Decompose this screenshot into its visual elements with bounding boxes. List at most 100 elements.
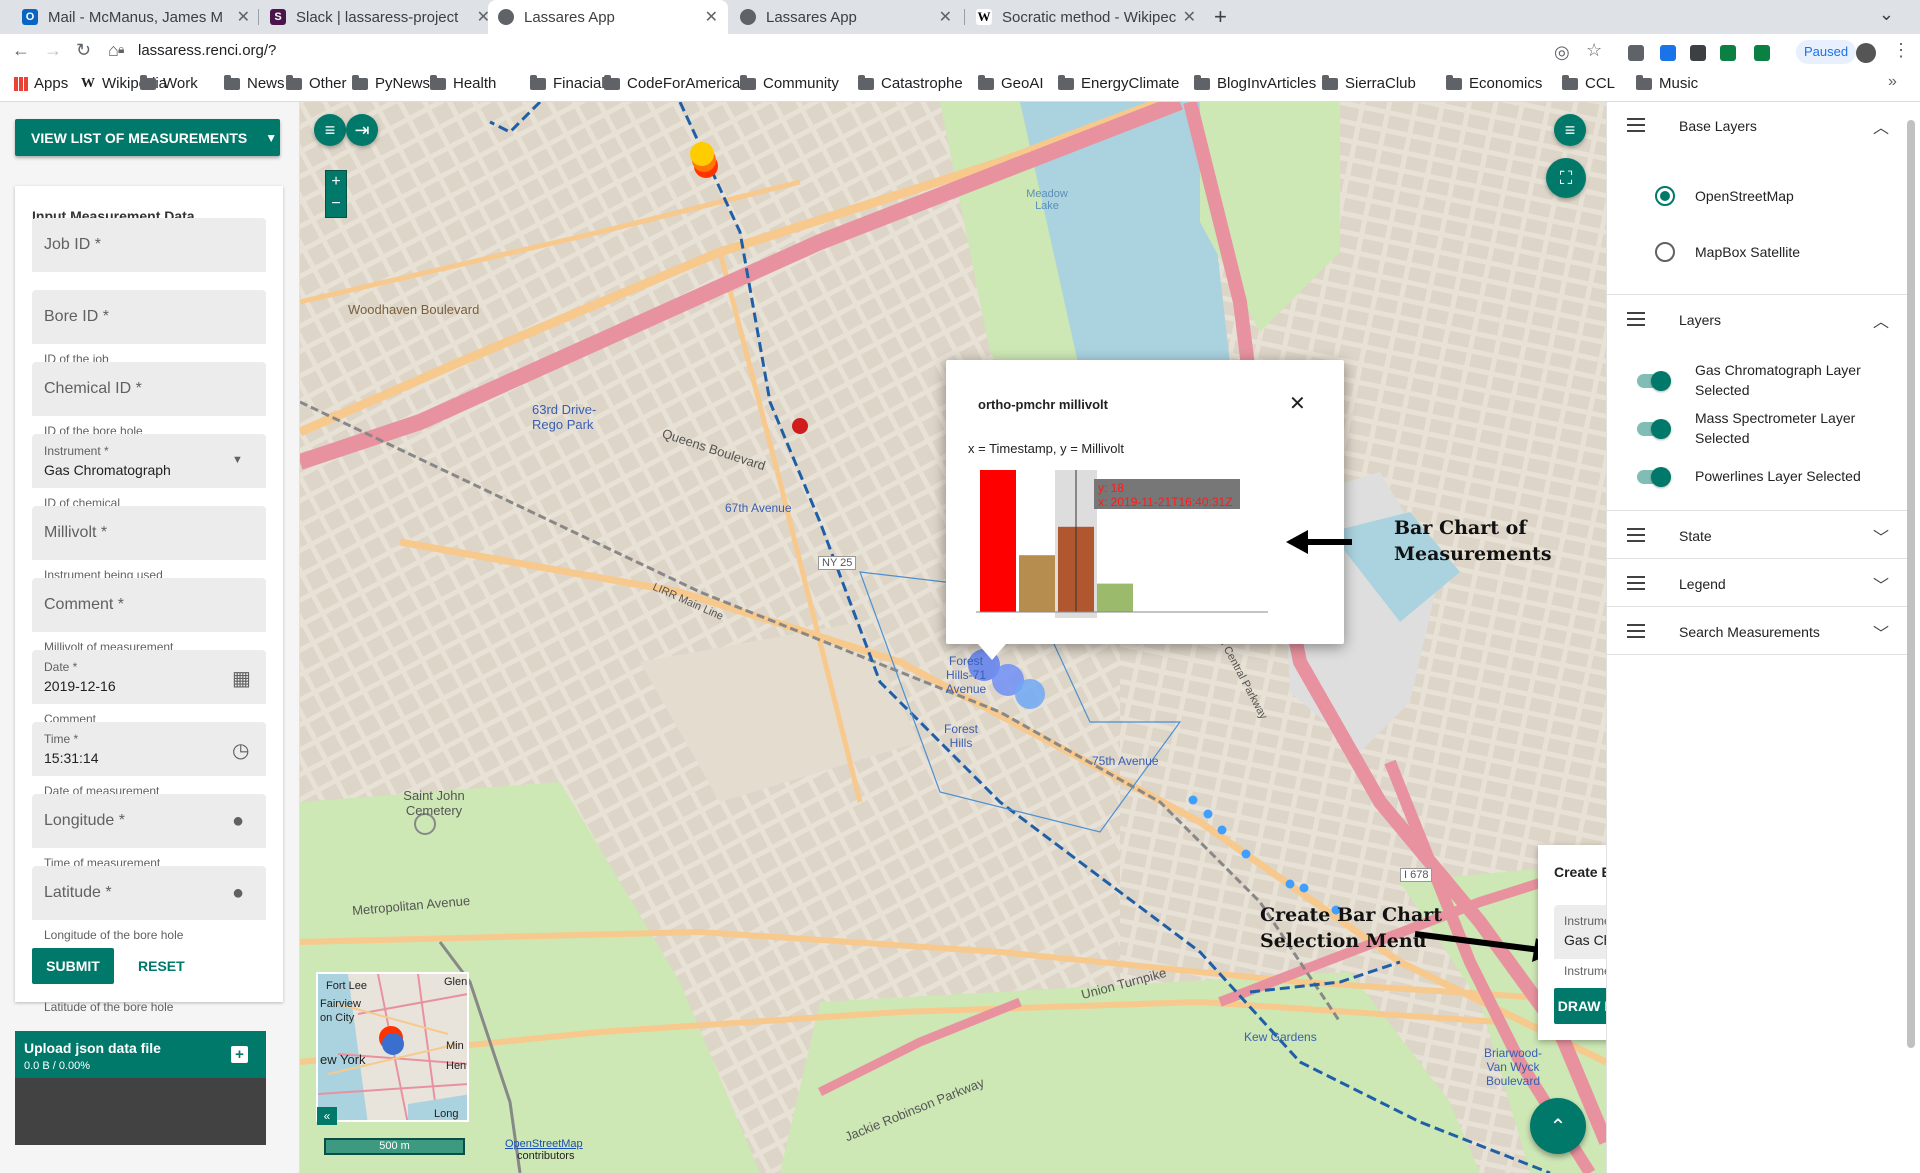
radio-mapbox-satellite[interactable]	[1655, 242, 1675, 262]
tab-mail[interactable]: O Mail - McManus, James M ✕	[12, 0, 260, 34]
bore-id-field[interactable]: Bore ID *	[32, 290, 266, 344]
field-hint: Longitude of the bore hole	[44, 928, 184, 942]
bookmark-label: Music	[1659, 75, 1699, 92]
menu-kebab-icon[interactable]: ⋮	[1892, 40, 1910, 61]
folder-icon	[224, 74, 240, 90]
globe-icon[interactable]: ●	[232, 882, 254, 904]
folder-icon	[604, 74, 620, 90]
more-bookmarks-icon[interactable]: »	[1888, 73, 1897, 91]
bookmark-geoai[interactable]: GeoAI	[978, 74, 1044, 92]
bookmark-news[interactable]: News	[224, 74, 285, 92]
tab-lassares[interactable]: Lassares App ✕	[730, 0, 962, 34]
profile-status-button[interactable]: Paused	[1796, 40, 1857, 64]
submit-button[interactable]: SUBMIT	[32, 948, 114, 984]
folder-icon	[1194, 74, 1210, 90]
bookmark-energyclimate[interactable]: EnergyClimate	[1058, 74, 1179, 92]
bookmark-label: BlogInvArticles	[1217, 75, 1317, 92]
address-bar[interactable]: lassaress.renci.org/?	[138, 42, 276, 59]
bookmark-health[interactable]: Health	[430, 74, 496, 92]
scrollbar[interactable]	[1907, 120, 1915, 1048]
longitude-field[interactable]: Longitude * ●	[32, 794, 266, 848]
reset-button[interactable]: RESET	[138, 958, 185, 974]
bookmark-codeforamerica[interactable]: CodeForAmerica	[604, 74, 740, 92]
slack-icon: S	[270, 9, 286, 25]
bookmark-label: Finacial	[553, 75, 605, 92]
back-icon[interactable]: ←	[12, 40, 30, 61]
legend-header[interactable]: Legend ﹀	[1607, 560, 1909, 608]
toggle-label: Powerlines Layer Selected	[1695, 468, 1861, 484]
clock-icon[interactable]: ◷	[232, 738, 254, 762]
close-icon[interactable]: ✕	[237, 7, 250, 27]
close-icon[interactable]: ✕	[705, 7, 718, 27]
field-value: 15:31:14	[44, 750, 99, 766]
bookmark-economics[interactable]: Economics	[1446, 74, 1542, 92]
lock-icon[interactable]: 🔒︎	[118, 42, 124, 57]
bookmark-finacial[interactable]: Finacial	[530, 74, 605, 92]
layers-header[interactable]: Layers ︿	[1607, 296, 1909, 344]
toggle-gas-chromatograph[interactable]	[1637, 371, 1671, 391]
folder-icon	[286, 74, 302, 90]
folder-icon	[858, 74, 874, 90]
add-file-icon[interactable]: +	[231, 1046, 248, 1063]
folder-icon	[352, 74, 368, 90]
chemical-id-field[interactable]: Chemical ID *	[32, 362, 266, 416]
field-hint: Latitude of the bore hole	[44, 1000, 174, 1014]
bookmark-label: Apps	[34, 75, 69, 92]
list-icon	[1627, 312, 1645, 326]
close-icon[interactable]: ✕	[939, 7, 952, 27]
bookmark-catastrophe[interactable]: Catastrophe	[858, 74, 963, 92]
toggle-powerlines[interactable]	[1637, 467, 1671, 487]
extension-icon[interactable]	[1628, 45, 1644, 61]
tab-wikipedia[interactable]: W Socratic method - Wikipec ✕	[966, 0, 1206, 34]
bookmark-bloginvarticles[interactable]: BlogInvArticles	[1194, 74, 1317, 92]
extension-icon[interactable]	[1754, 45, 1770, 61]
new-tab-button[interactable]: +	[1214, 4, 1227, 30]
toggle-mass-spectrometer[interactable]	[1637, 419, 1671, 439]
bookmark-community[interactable]: Community	[740, 74, 839, 92]
instrument-select[interactable]: Instrument * Gas Chromatograph ▼	[32, 434, 266, 488]
forward-icon[interactable]: →	[44, 40, 62, 61]
window-controls[interactable]: ⌄	[1879, 4, 1910, 25]
tab-lassares-active[interactable]: Lassares App ✕	[488, 0, 728, 34]
bookmark-sierraclub[interactable]: SierraClub	[1322, 74, 1416, 92]
latitude-field[interactable]: Latitude * ●	[32, 866, 266, 920]
bookmark-star-icon[interactable]: ☆	[1586, 40, 1602, 61]
location-icon[interactable]: ◎	[1554, 42, 1570, 63]
close-icon[interactable]: ✕	[1183, 7, 1196, 27]
search-measurements-header[interactable]: Search Measurements ﹀	[1607, 608, 1909, 656]
map[interactable]: Woodhaven Boulevard 63rd Drive-Rego Park…	[300, 102, 1606, 1173]
avatar[interactable]	[1856, 43, 1876, 63]
bookmark-apps[interactable]: Apps	[14, 75, 68, 92]
outlook-icon: O	[22, 9, 38, 25]
browser-tab-bar: O Mail - McManus, James M ✕ S Slack | la…	[0, 0, 1920, 34]
bookmark-other[interactable]: Other	[286, 74, 347, 92]
bookmark-music[interactable]: Music	[1636, 74, 1699, 92]
folder-icon	[978, 74, 994, 90]
state-header[interactable]: State ﹀	[1607, 512, 1909, 560]
scroll-top-button[interactable]: ⌃	[1530, 1098, 1586, 1154]
radio-openstreetmap[interactable]	[1655, 186, 1675, 206]
folder-icon	[430, 74, 446, 90]
extension-icon[interactable]	[1720, 45, 1736, 61]
bookmark-ccl[interactable]: CCL	[1562, 74, 1615, 92]
date-field[interactable]: Date * 2019-12-16 ▦	[32, 650, 266, 704]
extension-icon[interactable]	[1690, 45, 1706, 61]
job-id-field[interactable]: Job ID *	[32, 218, 266, 272]
comment-field[interactable]: Comment *	[32, 578, 266, 632]
calendar-icon[interactable]: ▦	[232, 666, 254, 690]
reload-icon[interactable]: ↻	[76, 40, 91, 61]
time-field[interactable]: Time * 15:31:14 ◷	[32, 722, 266, 776]
globe-icon[interactable]: ●	[232, 810, 254, 832]
bookmark-work[interactable]: Work	[140, 74, 198, 92]
toggle-label: Mass Spectrometer Layer Selected	[1695, 410, 1856, 446]
base-layers-header[interactable]: Base Layers ︿	[1607, 102, 1909, 150]
millivolt-field[interactable]: Millivolt *	[32, 506, 266, 560]
bookmark-pynews[interactable]: PyNews	[352, 74, 430, 92]
extension-icon[interactable]	[1660, 45, 1676, 61]
wikipedia-icon: W	[81, 75, 95, 91]
folder-icon	[1636, 74, 1652, 90]
field-label: Longitude *	[44, 812, 125, 829]
view-list-button[interactable]: VIEW LIST OF MEASUREMENTS ▼	[15, 119, 280, 156]
bookmark-label: Community	[763, 75, 839, 92]
tab-slack[interactable]: S Slack | lassaress-project ✕	[260, 0, 500, 34]
